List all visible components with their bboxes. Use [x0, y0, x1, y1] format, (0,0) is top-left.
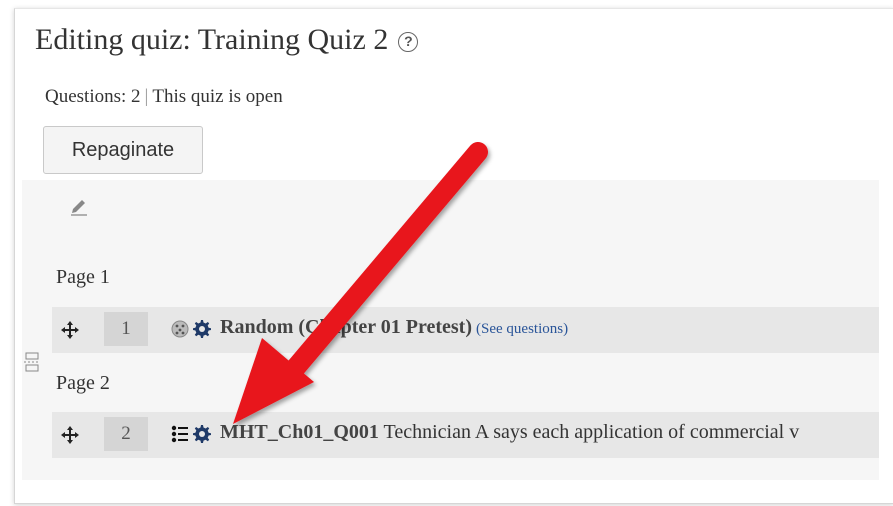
- help-icon[interactable]: ?: [398, 32, 419, 52]
- question-preview-text: Technician A says each application of co…: [383, 421, 800, 443]
- question-type-icons: [170, 319, 212, 339]
- status-separator: |: [144, 86, 149, 107]
- slot-number: 1: [104, 312, 148, 346]
- question-type-icons: [170, 424, 212, 444]
- question-text: MHT_Ch01_Q001 Technician A says each app…: [220, 421, 799, 444]
- question-name[interactable]: Random (Chapter 01 Pretest): [220, 316, 472, 338]
- random-icon: [171, 320, 189, 338]
- question-count: Questions: 2: [45, 86, 141, 107]
- question-name[interactable]: MHT_Ch01_Q001: [220, 421, 379, 443]
- quiz-open-state: This quiz is open: [152, 86, 283, 107]
- repaginate-button[interactable]: Repaginate: [43, 126, 203, 174]
- gear-icon[interactable]: [192, 424, 212, 444]
- page-1-label: Page 1: [56, 266, 110, 288]
- page-title: Editing quiz: Training Quiz 2 ?: [35, 23, 419, 57]
- move-icon[interactable]: [60, 425, 80, 445]
- see-questions-link[interactable]: (See questions): [476, 321, 568, 337]
- question-text: Random (Chapter 01 Pretest) (See question…: [220, 316, 568, 339]
- multichoice-icon: [171, 425, 188, 443]
- gear-icon[interactable]: [192, 319, 212, 339]
- edit-heading-pencil-icon[interactable]: [68, 196, 90, 218]
- page-2-label: Page 2: [56, 372, 110, 394]
- slot-number: 2: [104, 417, 148, 451]
- quiz-status: Questions: 2 | This quiz is open: [45, 86, 283, 108]
- question-row: 2 MHT_Ch01_Q001 Technician A says each a…: [52, 412, 879, 458]
- move-icon[interactable]: [60, 320, 80, 340]
- question-row: 1 Random (Chapter 01 Pretest) (See questi…: [52, 307, 879, 353]
- page-title-text: Editing quiz: Training Quiz 2: [35, 23, 389, 56]
- page-break-icon[interactable]: [24, 352, 40, 372]
